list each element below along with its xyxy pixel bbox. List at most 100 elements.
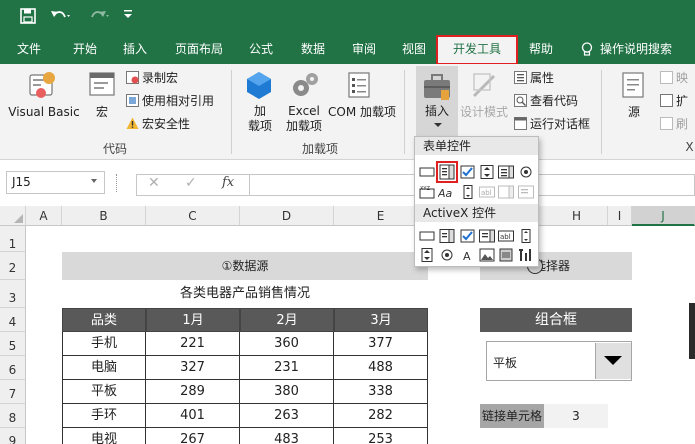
activex-option-button-icon[interactable] [439, 248, 455, 262]
table-cell[interactable]: 282 [334, 404, 428, 428]
select-all-corner[interactable] [0, 206, 26, 226]
col-header-a[interactable]: A [26, 206, 62, 226]
table-cell[interactable]: 380 [240, 380, 334, 404]
col-header-i[interactable]: I [608, 206, 632, 226]
cancel-button[interactable]: ✕ [148, 175, 160, 191]
table-cell[interactable]: 电脑 [62, 356, 146, 380]
insert-function-button[interactable]: fx [222, 175, 234, 190]
undo-icon[interactable] [50, 8, 72, 28]
com-addins-button[interactable]: COM 加载项 [325, 105, 399, 120]
row-header-3[interactable]: 3 [0, 280, 26, 308]
combo-box-control[interactable]: 平板 [486, 341, 632, 381]
excel-addins-button[interactable]: Excel 加载项 [281, 104, 327, 134]
activex-spin-button-icon[interactable] [419, 248, 435, 262]
save-icon[interactable] [20, 8, 36, 28]
table-cell[interactable]: 289 [146, 380, 240, 404]
xml-source-button[interactable]: 源 [618, 105, 650, 120]
view-code-button[interactable]: 查看代码 [514, 93, 578, 109]
design-mode-button[interactable]: 设计模式 [458, 105, 510, 120]
row-header-7[interactable]: 7 [0, 380, 26, 404]
tab-data[interactable]: 数据 [290, 34, 336, 64]
activex-checkbox-icon[interactable] [460, 229, 476, 243]
table-cell[interactable]: 360 [240, 332, 334, 356]
col-header-j[interactable]: J [632, 206, 695, 226]
tab-developer[interactable]: 开发工具 [436, 35, 518, 65]
macro-security-button[interactable]: 宏安全性 [126, 116, 190, 132]
table-cell[interactable]: 手环 [62, 404, 146, 428]
row-header-2[interactable]: 2 [0, 252, 26, 280]
col-header-c[interactable]: C [146, 206, 240, 226]
combo-list-edit-control-icon[interactable] [498, 185, 514, 199]
table-cell[interactable]: 平板 [62, 380, 146, 404]
table-cell[interactable]: 电视 [62, 428, 146, 444]
linked-cell-value[interactable]: 3 [544, 404, 608, 428]
activex-button-icon[interactable] [419, 229, 435, 243]
row-header-6[interactable]: 6 [0, 356, 26, 380]
activex-text-box-icon[interactable]: abl [498, 229, 514, 243]
tab-formulas[interactable]: 公式 [238, 34, 284, 64]
xml-map-properties-button[interactable]: 映 [660, 70, 688, 86]
col-header-h[interactable]: H [572, 209, 581, 223]
table-cell[interactable]: 263 [240, 404, 334, 428]
activex-combo-box-icon[interactable] [439, 229, 455, 243]
more-controls-icon[interactable] [518, 248, 534, 262]
combo-dropdown-edit-control-icon[interactable] [518, 185, 534, 199]
activex-label-icon[interactable]: A [460, 248, 476, 262]
row-header-5[interactable]: 5 [0, 332, 26, 356]
macros-button[interactable]: 宏 [86, 105, 118, 120]
table-cell[interactable]: 手机 [62, 332, 146, 356]
insert-control-button[interactable]: 插入 [416, 66, 458, 136]
tab-insert[interactable]: 插入 [112, 34, 158, 64]
table-cell[interactable]: 327 [146, 356, 240, 380]
enter-button[interactable]: ✓ [185, 175, 197, 191]
xml-expansion-pack-button[interactable]: 扩 [660, 93, 688, 109]
combo-box-dropdown-button[interactable] [595, 343, 631, 379]
label-control-icon[interactable]: Aa [438, 185, 456, 199]
spin-button-control-icon[interactable] [479, 165, 495, 179]
relative-reference-button[interactable]: 使用相对引用 [126, 93, 214, 109]
addins-button[interactable]: 加 载项 [240, 104, 280, 134]
combo-box-control-icon[interactable] [436, 161, 458, 183]
scroll-bar-control-icon[interactable] [460, 185, 476, 199]
tab-review[interactable]: 审阅 [341, 34, 387, 64]
table-cell[interactable]: 377 [334, 332, 428, 356]
activex-scroll-bar-icon[interactable] [518, 229, 534, 243]
row-header-9[interactable]: 9 [0, 428, 26, 444]
run-dialog-button[interactable]: 运行对话框 [514, 116, 590, 132]
row-header-8[interactable]: 8 [0, 404, 26, 428]
name-box-chevron-icon[interactable] [91, 179, 97, 183]
record-macro-button[interactable]: 录制宏 [126, 70, 178, 86]
table-cell[interactable]: 401 [146, 404, 240, 428]
activex-toggle-button-icon[interactable] [498, 248, 514, 262]
table-cell[interactable]: 483 [240, 428, 334, 444]
tab-page-layout[interactable]: 页面布局 [164, 34, 234, 64]
col-header-d[interactable]: D [240, 206, 334, 226]
option-button-control-icon[interactable] [518, 165, 534, 179]
table-cell[interactable]: 231 [240, 356, 334, 380]
group-box-control-icon[interactable]: XYZ [419, 185, 435, 199]
visual-basic-button[interactable]: Visual Basic [6, 105, 82, 120]
text-field-control-icon[interactable]: abl [479, 185, 495, 199]
tab-view[interactable]: 视图 [391, 34, 437, 64]
tab-file[interactable]: 文件 [6, 34, 52, 64]
button-control-icon[interactable] [419, 165, 435, 179]
table-cell[interactable]: 488 [334, 356, 428, 380]
activex-list-box-icon[interactable] [479, 229, 495, 243]
tab-help[interactable]: 帮助 [518, 34, 564, 64]
row-header-4[interactable]: 4 [0, 308, 26, 332]
checkbox-control-icon[interactable] [460, 165, 476, 179]
customize-icon[interactable] [122, 8, 134, 28]
tell-me-search[interactable]: 操作说明搜索 [600, 34, 695, 64]
redo-icon[interactable] [87, 8, 111, 28]
xml-refresh-button[interactable]: 刷 [660, 116, 688, 132]
activex-image-icon[interactable] [479, 248, 495, 262]
row-header-1[interactable]: 1 [0, 226, 26, 252]
tab-home[interactable]: 开始 [62, 34, 108, 64]
properties-button[interactable]: 属性 [514, 70, 554, 86]
col-header-b[interactable]: B [62, 206, 146, 226]
formula-bar-splitter[interactable] [116, 174, 117, 192]
list-box-control-icon[interactable] [498, 165, 514, 179]
table-cell[interactable]: 253 [334, 428, 428, 444]
table-cell[interactable]: 221 [146, 332, 240, 356]
table-cell[interactable]: 338 [334, 380, 428, 404]
